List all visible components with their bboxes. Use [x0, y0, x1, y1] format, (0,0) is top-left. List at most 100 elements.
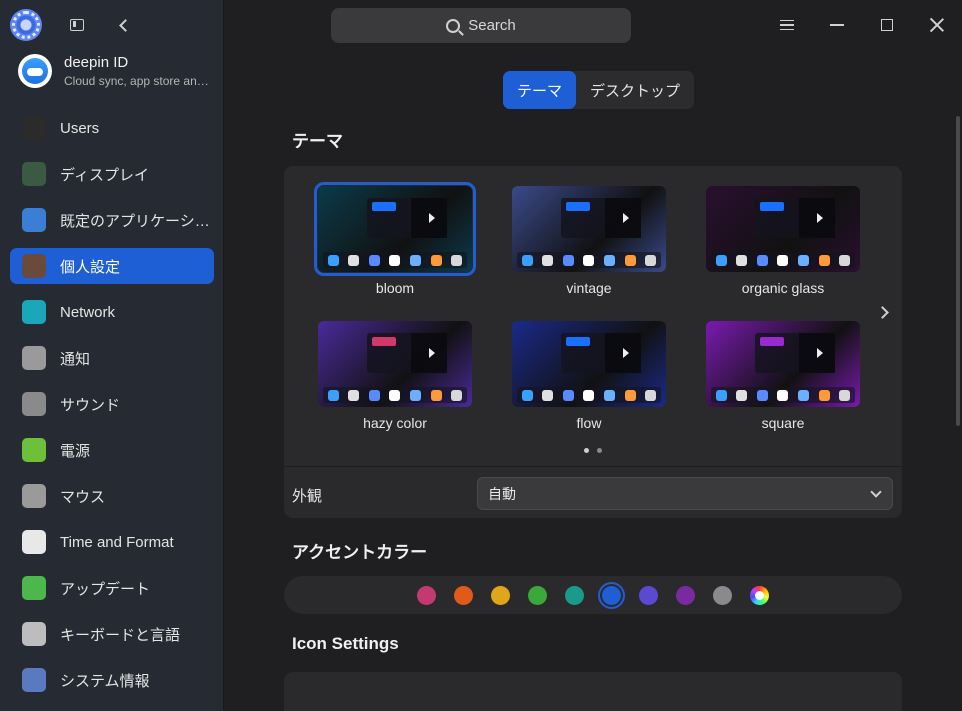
- appearance-select[interactable]: 自動: [477, 477, 893, 510]
- toggle-sidebar-button[interactable]: [66, 14, 88, 36]
- keyboard-icon: [22, 622, 46, 646]
- scrollbar[interactable]: [956, 116, 960, 426]
- sidebar-item-label: Users: [60, 119, 100, 137]
- tab-theme[interactable]: テーマ: [503, 71, 577, 109]
- account-subtitle: Cloud sync, app store an…: [64, 74, 209, 88]
- theme-name: bloom: [375, 280, 415, 296]
- speaker-icon: [22, 392, 46, 416]
- sidebar-item-8[interactable]: マウス: [10, 478, 214, 514]
- search-icon: [446, 18, 461, 33]
- sidebar-item-5[interactable]: 通知: [10, 340, 214, 376]
- page-dot-2[interactable]: [597, 448, 602, 453]
- theme-name: vintage: [566, 280, 612, 296]
- sidebar-item-12[interactable]: システム情報: [10, 662, 214, 698]
- clock-icon: [22, 530, 46, 554]
- sidebar-item-label: Time and Format: [60, 533, 174, 551]
- menu-button[interactable]: [774, 12, 800, 38]
- theme-thumbnail: [314, 182, 476, 276]
- sidebar-item-label: 個人設定: [60, 258, 121, 276]
- divider: [284, 466, 902, 467]
- accent-swatch[interactable]: [565, 586, 584, 605]
- theme-thumbnail: [318, 321, 472, 407]
- close-button[interactable]: [924, 12, 950, 38]
- sidebar-toolbar: [10, 8, 134, 42]
- hamburger-menu-icon: [780, 20, 794, 30]
- accent-swatch[interactable]: [676, 586, 695, 605]
- sidebar-item-4[interactable]: Network: [10, 294, 214, 330]
- control-center-logo-icon: [10, 9, 42, 41]
- theme-card[interactable]: bloom: [314, 182, 476, 296]
- sidebar-item-9[interactable]: Time and Format: [10, 524, 214, 560]
- accent-swatch[interactable]: [602, 586, 621, 605]
- sidebar-item-2[interactable]: 既定のアプリケーシ…: [10, 202, 214, 238]
- cloud-icon: [18, 54, 52, 88]
- sidebar: deepin ID Cloud sync, app store an… User…: [0, 0, 224, 711]
- sidebar-panel-icon: [70, 19, 84, 31]
- system-info-icon: [22, 668, 46, 692]
- accent-swatch[interactable]: [639, 586, 658, 605]
- tab-desktop[interactable]: デスクトップ: [576, 71, 694, 109]
- sidebar-item-10[interactable]: アップデート: [10, 570, 214, 606]
- search-input[interactable]: Search: [331, 8, 631, 43]
- theme-name: flow: [576, 415, 602, 431]
- sidebar-item-label: Network: [60, 303, 116, 321]
- sidebar-item-label: ディスプレイ: [60, 166, 149, 184]
- accent-swatch-custom[interactable]: [750, 586, 769, 605]
- network-icon: [22, 300, 46, 324]
- maximize-icon: [881, 19, 893, 31]
- theme-name: organic glass: [741, 280, 825, 296]
- account-name: deepin ID: [64, 54, 129, 71]
- window-controls: [750, 12, 950, 38]
- search-label: Search: [468, 17, 516, 34]
- sidebar-item-label: システム情報: [60, 672, 150, 690]
- theme-thumbnail: [512, 186, 666, 272]
- theme-card[interactable]: vintage: [509, 186, 669, 296]
- sidebar-nav: Users ディスプレイ既定のアプリケーシ… 個人設定 Network 通知サウンド電源…: [10, 110, 214, 708]
- user-icon: [22, 116, 46, 140]
- theme-card[interactable]: square: [703, 321, 863, 431]
- sidebar-item-label: 電源: [60, 442, 91, 460]
- theme-card[interactable]: organic glass: [703, 186, 863, 296]
- mouse-icon: [22, 484, 46, 508]
- theme-thumbnail: [706, 186, 860, 272]
- accent-swatch[interactable]: [417, 586, 436, 605]
- accent-swatch[interactable]: [454, 586, 473, 605]
- sidebar-item-6[interactable]: サウンド: [10, 386, 214, 422]
- chevron-down-icon: [870, 486, 882, 498]
- sidebar-item-label: キーボードと言語: [60, 626, 181, 644]
- theme-thumbnail: [512, 321, 666, 407]
- back-button[interactable]: [112, 14, 134, 36]
- sidebar-item-label: サウンド: [60, 396, 121, 414]
- page-dot-1[interactable]: [584, 448, 589, 453]
- deepin-id-account[interactable]: deepin ID Cloud sync, app store an…: [18, 54, 218, 88]
- accent-swatch[interactable]: [713, 586, 732, 605]
- sidebar-item-1[interactable]: ディスプレイ: [10, 156, 214, 192]
- display-icon: [22, 162, 46, 186]
- update-icon: [22, 576, 46, 600]
- accent-color-panel: [284, 576, 902, 614]
- sidebar-item-label: 通知: [60, 350, 91, 368]
- sidebar-item-label: アップデート: [60, 580, 151, 598]
- sidebar-item-3[interactable]: 個人設定: [10, 248, 214, 284]
- accent-swatch[interactable]: [528, 586, 547, 605]
- appearance-label: 外観: [292, 488, 323, 505]
- maximize-button[interactable]: [874, 12, 900, 38]
- theme-card[interactable]: hazy color: [315, 321, 475, 431]
- icon-settings-title: Icon Settings: [292, 634, 399, 653]
- sidebar-item-11[interactable]: キーボードと言語: [10, 616, 214, 652]
- icon-settings-panel: [284, 672, 902, 711]
- notification-bell-icon: [22, 346, 46, 370]
- chevron-left-icon: [118, 18, 132, 32]
- appearance-value: 自動: [488, 485, 516, 502]
- accent-section-title: アクセントカラー: [292, 543, 428, 562]
- minimize-button[interactable]: [824, 12, 850, 38]
- close-icon: [930, 18, 944, 32]
- sidebar-item-0[interactable]: Users: [10, 110, 214, 146]
- battery-icon: [22, 438, 46, 462]
- top-tabs: テーマ デスクトップ: [503, 71, 695, 109]
- sidebar-item-7[interactable]: 電源: [10, 432, 214, 468]
- theme-thumbnail: [706, 321, 860, 407]
- sidebar-item-label: マウス: [60, 488, 106, 506]
- accent-swatch[interactable]: [491, 586, 510, 605]
- theme-card[interactable]: flow: [509, 321, 669, 431]
